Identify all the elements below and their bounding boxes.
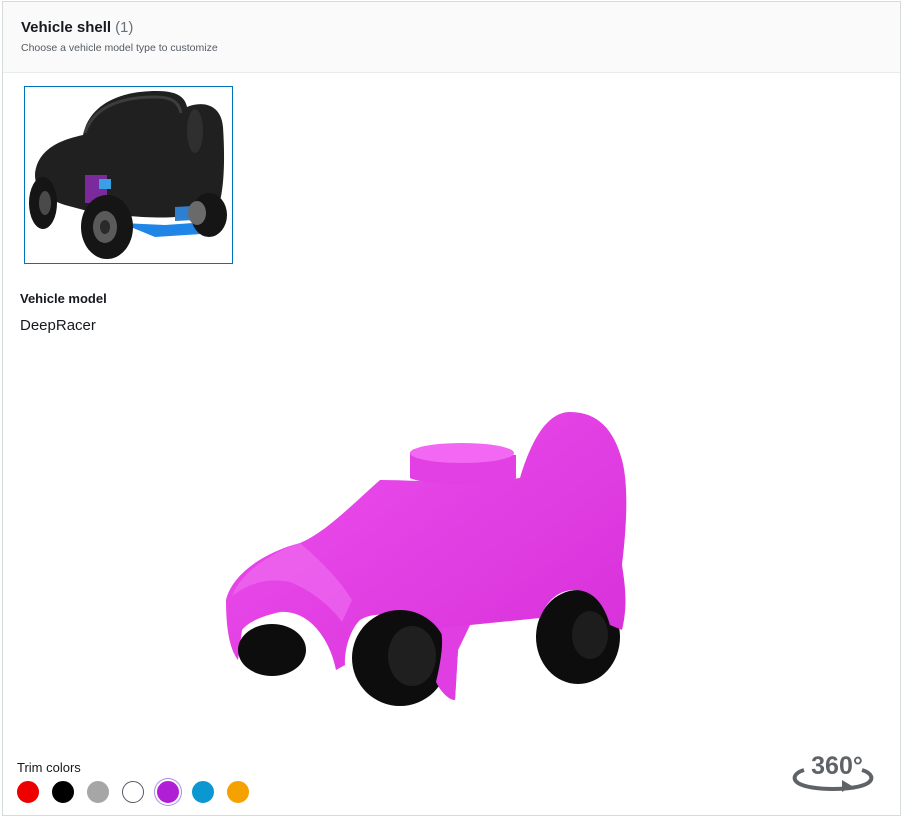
car-3d-model [226, 412, 627, 706]
vehicle-model-label: Vehicle model [20, 291, 107, 306]
rotate-360-button[interactable]: 360° [790, 752, 876, 794]
trim-swatch-red[interactable] [17, 781, 39, 803]
panel-title: Vehicle shell (1) [21, 19, 133, 36]
car-thumbnail-icon [29, 91, 227, 259]
rotate-360-label: 360° [811, 752, 863, 780]
vehicle-model-value: DeepRacer [20, 317, 96, 334]
rotate-360-icon: 360° [792, 752, 874, 792]
trim-swatch-black[interactable] [52, 781, 74, 803]
panel-title-text: Vehicle shell [21, 19, 112, 36]
trim-swatch-gray[interactable] [87, 781, 109, 803]
trim-swatch-blue[interactable] [192, 781, 214, 803]
front-left-wheel [238, 624, 306, 676]
shell-count: (1) [115, 19, 134, 36]
trim-swatch-purple[interactable] [157, 781, 179, 803]
vehicle-shell-thumbnail[interactable] [24, 86, 233, 264]
vehicle-3d-viewer[interactable] [200, 395, 650, 715]
trim-swatch-white[interactable] [122, 781, 144, 803]
panel-subtitle: Choose a vehicle model type to customize [21, 42, 218, 54]
trim-colors-label: Trim colors [17, 760, 81, 775]
trim-swatch-orange[interactable] [227, 781, 249, 803]
panel-header: Vehicle shell (1) Choose a vehicle model … [3, 2, 900, 73]
